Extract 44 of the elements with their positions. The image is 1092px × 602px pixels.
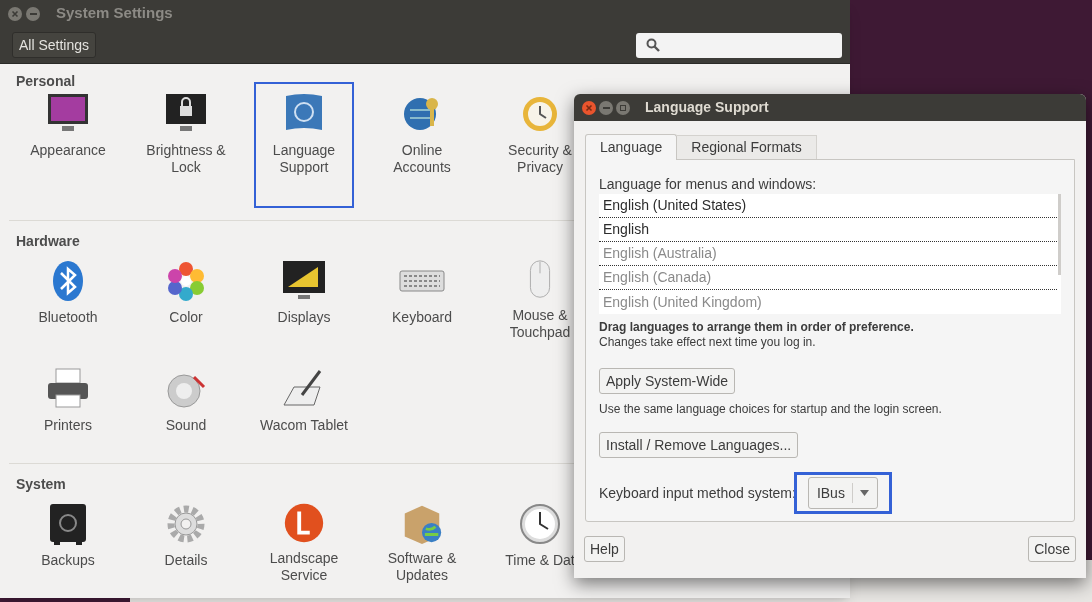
window-title: System Settings xyxy=(56,3,173,24)
search-field[interactable] xyxy=(636,32,842,58)
settings-item[interactable]: Backups xyxy=(18,492,118,586)
search-icon xyxy=(646,38,660,53)
tab[interactable]: Language xyxy=(585,134,678,160)
settings-item[interactable]: Mouse & Touchpad xyxy=(490,249,590,343)
settings-item[interactable]: Printers xyxy=(18,357,118,451)
settings-item[interactable]: Color xyxy=(136,249,236,343)
section-title: Personal xyxy=(16,73,77,89)
section-title: Hardware xyxy=(16,233,81,249)
minimize-icon[interactable] xyxy=(26,6,40,21)
settings-item[interactable]: Displays xyxy=(254,249,354,343)
settings-item[interactable]: Wacom Tablet xyxy=(254,357,354,451)
window-title: Language Support xyxy=(645,98,769,117)
apply-note-text: Use the same language choices for startup and the login screen. xyxy=(599,401,943,418)
settings-item[interactable]: Online Accounts xyxy=(372,82,472,208)
settings-item[interactable]: Details xyxy=(136,492,236,586)
hint-text: Drag languages to arrange them in order of preference. xyxy=(599,320,915,335)
language-row[interactable]: English xyxy=(599,218,1057,242)
settings-item[interactable]: Software & Updates xyxy=(372,492,472,586)
settings-item[interactable]: Language Support xyxy=(254,82,354,208)
maximize-icon[interactable] xyxy=(616,100,630,115)
input-method-dropdown[interactable]: IBus xyxy=(807,477,878,509)
apply-system-wide-button[interactable]: Apply System-Wide xyxy=(599,368,736,394)
dropdown-arrow-icon xyxy=(859,490,869,496)
tab[interactable]: Regional Formats xyxy=(677,135,817,159)
settings-item[interactable]: Keyboard xyxy=(372,249,472,343)
close-icon[interactable] xyxy=(582,100,596,115)
close-button[interactable]: Close xyxy=(1028,536,1076,562)
settings-item[interactable]: Brightness & Lock xyxy=(136,82,236,208)
list-label: Language for menus and windows: xyxy=(599,176,818,193)
settings-item[interactable]: Landscape Service xyxy=(254,492,354,586)
input-method-label: Keyboard input method system: xyxy=(599,483,796,503)
settings-item[interactable]: Sound xyxy=(136,357,236,451)
language-row[interactable]: English (United States) xyxy=(599,194,1057,218)
settings-item[interactable]: Bluetooth xyxy=(18,249,118,343)
note-text: Changes take effect next time you log in. xyxy=(599,335,817,350)
help-button[interactable]: Help xyxy=(584,536,625,562)
all-settings-button[interactable]: All Settings xyxy=(12,32,97,59)
install-remove-languages-button[interactable]: Install / Remove Languages... xyxy=(599,432,799,458)
scrollbar-thumb[interactable] xyxy=(1058,194,1061,275)
close-icon[interactable] xyxy=(8,6,22,21)
section-title: System xyxy=(16,476,67,492)
minimize-icon[interactable] xyxy=(599,100,613,115)
